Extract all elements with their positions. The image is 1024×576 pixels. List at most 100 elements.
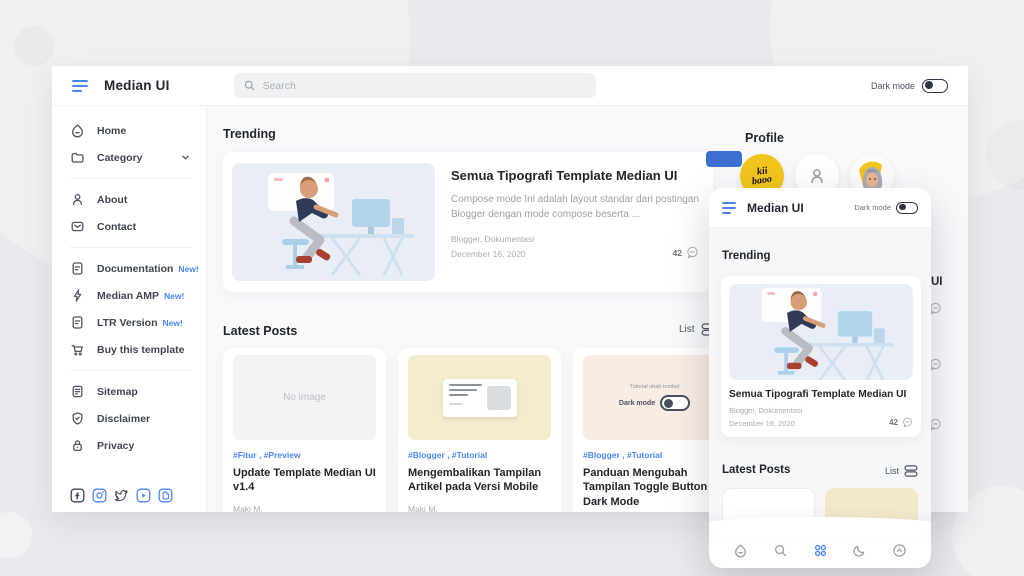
sidebar-item-label: Sitemap [97, 386, 138, 398]
sidebar-item-label: Privacy [97, 440, 134, 452]
post-title[interactable]: Mengembalikan Tampilan Artikel pada Vers… [408, 466, 551, 495]
folder-icon [70, 150, 85, 165]
list-view-toggle[interactable]: List [885, 464, 918, 478]
dark-mode-toggle[interactable] [922, 79, 948, 93]
comment-count[interactable]: 42 [889, 417, 913, 428]
social-links [70, 488, 173, 503]
arrow-up-icon[interactable] [892, 543, 907, 558]
post-card[interactable]: #Blogger , #Tutorial Mengembalikan Tampi… [398, 348, 561, 512]
new-badge: New! [162, 318, 182, 328]
mobile-header: Median UI Dark mode [709, 188, 931, 228]
person-icon [70, 192, 85, 207]
post-title[interactable]: Update Template Median UI v1.4 [233, 466, 376, 495]
post-image-placeholder: No image [233, 355, 376, 440]
youtube-icon[interactable] [136, 488, 151, 503]
post-tags[interactable]: #Blogger , #Tutorial [408, 450, 551, 460]
mock-dark-mode-toggle [660, 395, 690, 411]
twitter-icon[interactable] [114, 488, 129, 503]
new-badge: New! [164, 291, 184, 301]
cart-icon [70, 342, 85, 357]
sidebar-item-documentation[interactable]: Documentation New! [52, 255, 206, 282]
no-image-label: No image [283, 392, 326, 403]
mobile-trending-post-card[interactable]: Semua Tipografi Template Median UI Blogg… [721, 276, 921, 437]
bookmark-ribbon[interactable] [706, 151, 742, 167]
dark-mode-toggle[interactable] [896, 202, 918, 214]
mobile-bottom-nav [709, 526, 931, 568]
dark-mode-label: Dark mode [854, 203, 891, 212]
blogger-icon[interactable] [158, 488, 173, 503]
sidebar-item-label: Documentation [97, 263, 173, 275]
post-image [408, 355, 551, 440]
mobile-latest-posts-heading: Latest Posts [722, 464, 790, 476]
document-icon [70, 261, 85, 276]
sidebar-item-label: Disclaimer [97, 413, 150, 425]
sidebar-divider [70, 370, 192, 371]
profile-heading: Profile [745, 131, 784, 145]
post-title[interactable]: Semua Tipografi Template Median UI [451, 168, 699, 183]
post-title[interactable]: Semua Tipografi Template Median UI [729, 389, 913, 400]
sidebar-item-category[interactable]: Category [52, 144, 206, 171]
list-view-icon [904, 464, 918, 478]
post-author: Maki M. [408, 504, 551, 512]
sidebar-item-label: LTR Version [97, 317, 157, 329]
background-circle [14, 26, 54, 66]
sitemap-icon [70, 384, 85, 399]
home-icon [70, 123, 85, 138]
mobile-preview-window: Median UI Dark mode Trending Semua Tipog… [709, 188, 931, 568]
menu-icon[interactable] [722, 202, 736, 214]
mock-toggle-label: Dark mode [619, 400, 655, 407]
mock-post-card [443, 379, 517, 417]
sidebar-item-label: Category [97, 152, 143, 164]
sidebar-item-sitemap[interactable]: Sitemap [52, 378, 206, 405]
home-icon[interactable] [733, 543, 748, 558]
post-image: Tutorial ubah tombol Dark mode [583, 355, 726, 440]
sidebar-item-buy-template[interactable]: Buy this template [52, 336, 206, 363]
sidebar-item-disclaimer[interactable]: Disclaimer [52, 405, 206, 432]
menu-icon[interactable] [72, 80, 88, 92]
dark-mode-label: Dark mode [871, 81, 915, 91]
mail-icon [70, 219, 85, 234]
mobile-app-title: Median UI [747, 201, 804, 215]
post-image [729, 284, 913, 380]
chevron-down-icon [181, 153, 190, 162]
post-tags[interactable]: #Blogger , #Tutorial [583, 450, 726, 460]
covered-post-title-peek: UI [931, 276, 943, 288]
post-tags[interactable]: #Fitur , #Preview [233, 450, 376, 460]
sidebar-item-label: Median AMP [97, 290, 159, 302]
sidebar-item-home[interactable]: Home [52, 117, 206, 144]
latest-posts-heading: Latest Posts [223, 324, 297, 338]
sidebar-item-contact[interactable]: Contact [52, 213, 206, 240]
trending-post-card[interactable]: Semua Tipografi Template Median UI Compo… [223, 152, 713, 292]
sidebar-item-label: Contact [97, 221, 136, 233]
document-icon [70, 315, 85, 330]
desktop-header: Median UI Dark mode [52, 66, 968, 106]
shield-check-icon [70, 411, 85, 426]
search-bar[interactable] [234, 73, 596, 98]
sidebar-item-label: About [97, 194, 127, 206]
person-icon [807, 166, 827, 186]
sidebar-item-about[interactable]: About [52, 186, 206, 213]
facebook-icon[interactable] [70, 488, 85, 503]
sidebar-item-median-amp[interactable]: Median AMP New! [52, 282, 206, 309]
comment-count[interactable]: 42 [673, 246, 699, 259]
sidebar: Home Category About Contact Documentatio… [52, 106, 207, 512]
post-labels: Blogger, Dokumentasi [451, 234, 699, 244]
bolt-icon [70, 288, 85, 303]
sidebar-item-privacy[interactable]: Privacy [52, 432, 206, 459]
search-icon[interactable] [773, 543, 788, 558]
post-card[interactable]: No image #Fitur , #Preview Update Templa… [223, 348, 386, 512]
post-title[interactable]: Panduan Mengubah Tampilan Toggle Button … [583, 466, 726, 509]
instagram-icon[interactable] [92, 488, 107, 503]
post-excerpt: Compose mode Ini adalah layout standar d… [451, 192, 699, 222]
search-input[interactable] [263, 80, 587, 92]
post-author: Maki M. [233, 504, 376, 512]
mock-caption: Tutorial ubah tombol [630, 384, 680, 390]
grid-icon[interactable] [813, 543, 828, 558]
comment-icon [686, 246, 699, 259]
post-date: December 16, 2020 [451, 249, 526, 259]
sidebar-item-label: Home [97, 125, 126, 137]
moon-icon[interactable] [852, 543, 867, 558]
mobile-trending-heading: Trending [722, 250, 771, 262]
list-view-label: List [679, 324, 695, 335]
sidebar-item-ltr-version[interactable]: LTR Version New! [52, 309, 206, 336]
